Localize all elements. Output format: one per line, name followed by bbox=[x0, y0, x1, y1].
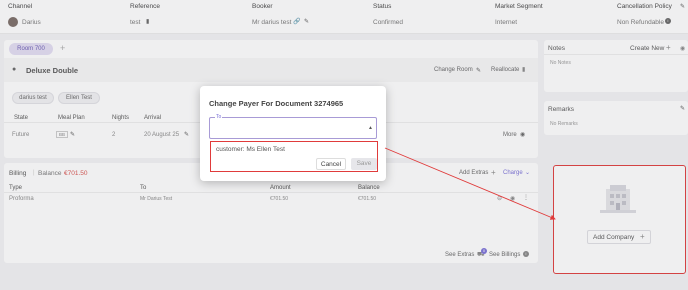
annotation-arrow bbox=[384, 147, 556, 220]
